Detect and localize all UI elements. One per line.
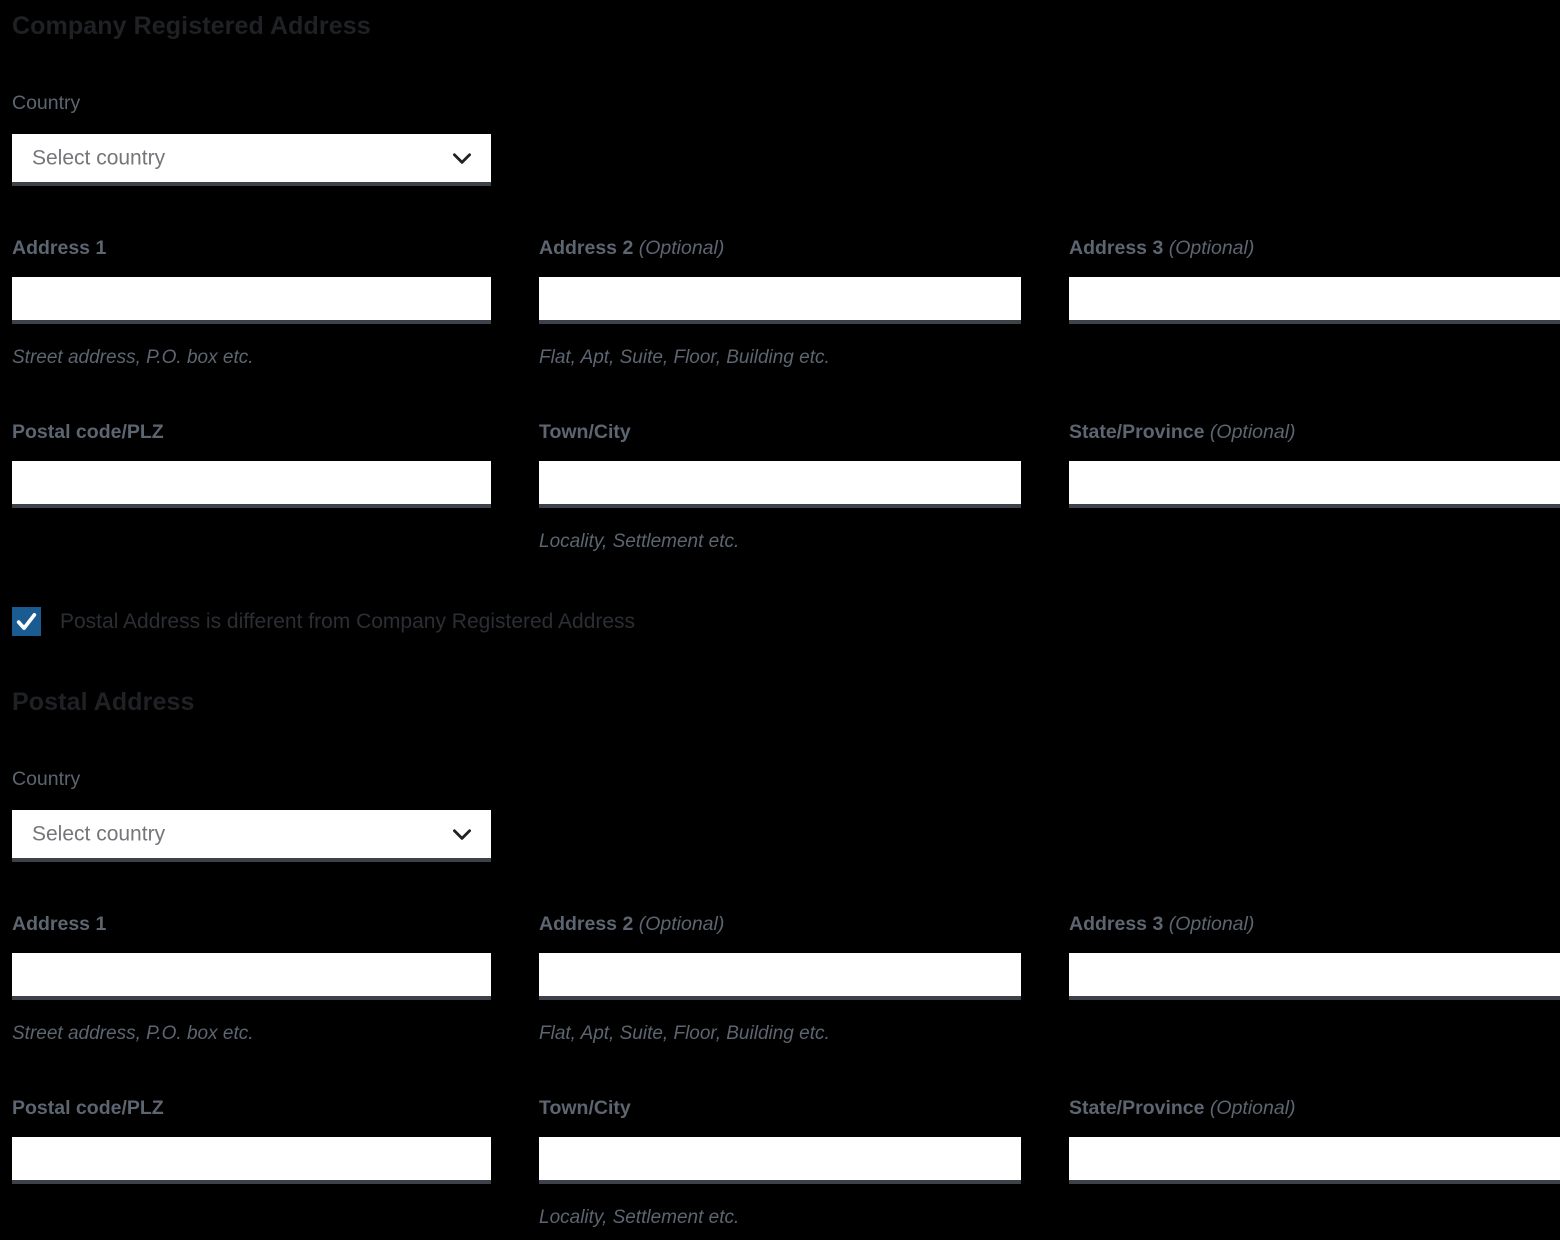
towncity-helper-company: Locality, Settlement etc. [539,531,740,552]
towncity-label-company: Town/City [539,421,631,443]
country-select-postal[interactable]: Select country [12,810,491,862]
address3-helper-company [1069,348,1560,367]
locality-row-company: Postal code/PLZ Town/City State/Province… [12,421,1560,443]
country-label-postal: Country [12,768,81,790]
address2-helper-postal: Flat, Apt, Suite, Floor, Building etc. [539,1023,830,1044]
locality-row-postal: Postal code/PLZ Town/City State/Province… [12,1097,1560,1119]
stateprovince-helper-company [1069,532,1560,551]
stateprovince-optional-tag-company: (Optional) [1209,421,1296,443]
country-field-company: Country [12,92,81,114]
address2-optional-tag-postal: (Optional) [638,913,725,935]
address3-field-postal: Address 3 (Optional) [1069,913,1560,935]
postalcode-helper-company [12,532,491,551]
address-form-page: Company Registered Address Country Selec… [0,0,1560,1240]
postal-address-different-label: Postal Address is different from Company… [60,610,636,633]
postalcode-field-company: Postal code/PLZ [12,421,491,443]
section-heading-postal-address: Postal Address [12,688,195,716]
stateprovince-field-company: State/Province (Optional) [1069,421,1560,443]
postal-address-different-checkbox-row[interactable]: Postal Address is different from Company… [12,607,635,636]
postalcode-label-company: Postal code/PLZ [12,421,164,443]
country-label-company: Country [12,92,81,114]
country-field-postal: Country [12,768,81,790]
locality-inputs-postal [12,1137,1560,1184]
address3-label-postal: Address 3 (Optional) [1069,913,1255,935]
address2-optional-tag-company: (Optional) [638,237,725,259]
address2-field-postal: Address 2 (Optional) [539,913,1021,935]
stateprovince-field-postal: State/Province (Optional) [1069,1097,1560,1119]
address2-input-company[interactable] [539,277,1021,324]
address3-field-company: Address 3 (Optional) [1069,237,1560,259]
address1-helper-company: Street address, P.O. box etc. [12,347,254,368]
check-icon [16,613,37,630]
towncity-label-postal: Town/City [539,1097,631,1119]
stateprovince-label-postal: State/Province (Optional) [1069,1097,1296,1119]
address3-label-company: Address 3 (Optional) [1069,237,1255,259]
stateprovince-input-company[interactable] [1069,461,1560,508]
postalcode-input-company[interactable] [12,461,491,508]
address3-input-company[interactable] [1069,277,1560,324]
address-inputs-postal [12,953,1560,1000]
locality-inputs-company [12,461,1560,508]
address2-label-postal: Address 2 (Optional) [539,913,725,935]
address-row-postal: Address 1 Address 2 (Optional) Address 3… [12,913,1560,935]
address2-label-company: Address 2 (Optional) [539,237,725,259]
locality-helpers-company: Locality, Settlement etc. [12,532,1560,551]
locality-helpers-postal: Locality, Settlement etc. [12,1208,1560,1227]
towncity-field-postal: Town/City [539,1097,1021,1119]
stateprovince-input-postal[interactable] [1069,1137,1560,1184]
country-select-value-postal: Select country [32,822,166,846]
stateprovince-label-company: State/Province (Optional) [1069,421,1296,443]
address1-field-company: Address 1 [12,237,491,259]
address-row-company: Address 1 Address 2 (Optional) Address 3… [12,237,1560,259]
postalcode-helper-postal [12,1208,491,1227]
address1-input-postal[interactable] [12,953,491,1000]
towncity-helper-postal: Locality, Settlement etc. [539,1207,740,1228]
address3-input-postal[interactable] [1069,953,1560,1000]
stateprovince-helper-postal [1069,1208,1560,1227]
postalcode-field-postal: Postal code/PLZ [12,1097,491,1119]
towncity-input-postal[interactable] [539,1137,1021,1184]
address3-optional-tag-company: (Optional) [1168,237,1255,259]
address3-helper-postal [1069,1024,1560,1043]
address1-helper-postal: Street address, P.O. box etc. [12,1023,254,1044]
address2-input-postal[interactable] [539,953,1021,1000]
stateprovince-optional-tag-postal: (Optional) [1209,1097,1296,1119]
address2-field-company: Address 2 (Optional) [539,237,1021,259]
address1-field-postal: Address 1 [12,913,491,935]
postal-address-different-checkbox[interactable] [12,607,41,636]
address-helpers-company: Street address, P.O. box etc. Flat, Apt,… [12,348,1560,367]
country-select-company[interactable]: Select country [12,134,491,186]
chevron-down-icon [449,821,475,847]
towncity-field-company: Town/City [539,421,1021,443]
address-inputs-company [12,277,1560,324]
chevron-down-icon [449,145,475,171]
section-heading-company-registered-address: Company Registered Address [12,12,371,40]
address1-label-postal: Address 1 [12,913,107,935]
address3-optional-tag-postal: (Optional) [1168,913,1255,935]
towncity-input-company[interactable] [539,461,1021,508]
postalcode-label-postal: Postal code/PLZ [12,1097,164,1119]
address2-helper-company: Flat, Apt, Suite, Floor, Building etc. [539,347,830,368]
address1-input-company[interactable] [12,277,491,324]
country-select-value-company: Select country [32,146,166,170]
address-helpers-postal: Street address, P.O. box etc. Flat, Apt,… [12,1024,1560,1043]
postalcode-input-postal[interactable] [12,1137,491,1184]
address1-label-company: Address 1 [12,237,107,259]
